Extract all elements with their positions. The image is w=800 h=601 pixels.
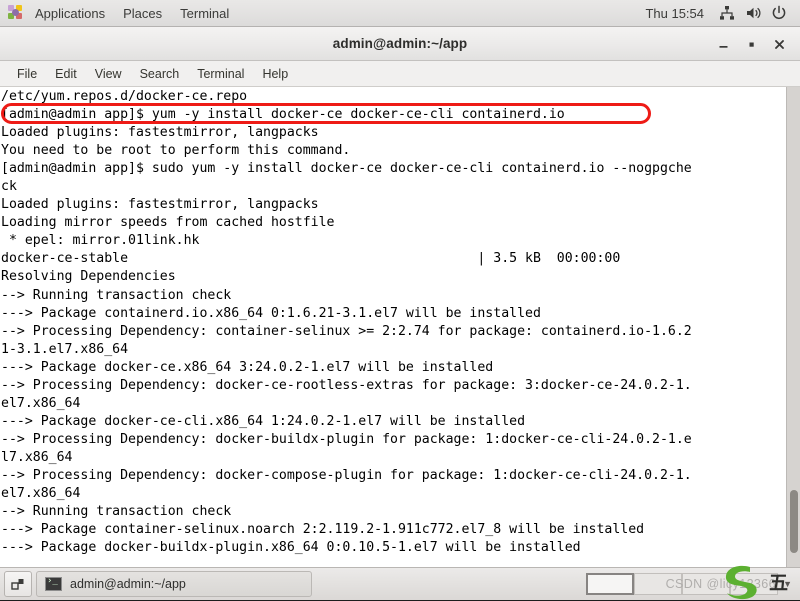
- terminal-line: /etc/yum.repos.d/docker-ce.repo: [1, 89, 248, 104]
- workspace-4[interactable]: [730, 573, 779, 595]
- show-desktop-icon[interactable]: [4, 571, 32, 597]
- terminal-line: Loading mirror speeds from cached hostfi…: [1, 215, 335, 231]
- terminal-line: 1-3.1.el7.x86_64: [1, 341, 129, 357]
- terminal-icon: [45, 576, 62, 591]
- terminal-line: docker-ce-stable | 3.5 kB 00:00:00: [1, 251, 621, 267]
- workspace-1[interactable]: [586, 573, 635, 595]
- terminal-line: --> Processing Dependency: container-sel…: [1, 323, 692, 339]
- terminal-line: ---> Package docker-ce-cli.x86_64 1:24.0…: [1, 413, 526, 429]
- terminal-window: admin@admin:~/app File Edit View Search …: [0, 27, 800, 567]
- terminal-menubar: File Edit View Search Terminal Help: [0, 61, 800, 87]
- terminal-line: ---> Package docker-buildx-plugin.x86_64…: [1, 540, 581, 556]
- terminal-line: ---> Package container-selinux.noarch 2:…: [1, 522, 645, 538]
- terminal-line: Loaded plugins: fastestmirror, langpacks: [1, 125, 319, 141]
- close-icon[interactable]: [766, 31, 792, 57]
- taskbar-window-label: admin@admin:~/app: [70, 577, 186, 591]
- menu-search[interactable]: Search: [131, 64, 189, 84]
- minimize-icon[interactable]: [710, 31, 736, 57]
- window-titlebar[interactable]: admin@admin:~/app: [0, 27, 800, 61]
- terminal-line: Resolving Dependencies: [1, 269, 176, 285]
- window-title: admin@admin:~/app: [332, 36, 468, 51]
- terminal-line: ---> Package containerd.io.x86_64 0:1.6.…: [1, 305, 541, 321]
- menu-help[interactable]: Help: [253, 64, 297, 84]
- terminal-line: --> Processing Dependency: docker-compos…: [1, 467, 692, 483]
- taskbar-window-button[interactable]: admin@admin:~/app: [36, 571, 312, 597]
- terminal-line: Loaded plugins: fastestmirror, langpacks: [1, 197, 319, 213]
- terminal-line: [admin@admin app]$ yum -y install docker…: [1, 107, 565, 123]
- menu-terminal[interactable]: Terminal: [171, 3, 238, 24]
- terminal-line: --> Running transaction check: [1, 504, 232, 520]
- clock[interactable]: Thu 15:54: [637, 4, 712, 23]
- workspace-2[interactable]: [634, 573, 683, 595]
- terminal-scrollbar[interactable]: [786, 87, 800, 567]
- top-panel-tray: Thu 15:54: [637, 3, 800, 23]
- terminal-text: /etc/yum.repos.d/docker-ce.repo [admin@ad…: [0, 87, 786, 567]
- terminal-line: --> Running transaction check: [1, 287, 232, 303]
- terminal-line: ck: [1, 179, 17, 195]
- menu-terminal[interactable]: Terminal: [188, 64, 253, 84]
- workspace-3[interactable]: [682, 573, 731, 595]
- terminal-line: l7.x86_64: [1, 449, 73, 465]
- network-icon[interactable]: [716, 3, 738, 23]
- terminal-line: --> Processing Dependency: docker-ce-roo…: [1, 377, 692, 393]
- terminal-line: * epel: mirror.01link.hk: [1, 233, 200, 249]
- menu-applications[interactable]: Applications: [26, 3, 114, 24]
- bottom-taskbar: admin@admin:~/app ▼: [0, 567, 800, 600]
- top-panel-menus: Applications Places Terminal: [0, 3, 238, 24]
- workspace-switcher: ▼: [586, 573, 796, 595]
- gnome-top-panel: Applications Places Terminal Thu 15:54: [0, 0, 800, 27]
- scrollbar-thumb[interactable]: [790, 490, 798, 553]
- menu-edit[interactable]: Edit: [46, 64, 86, 84]
- menu-file[interactable]: File: [8, 64, 46, 84]
- applications-icon[interactable]: [8, 5, 24, 21]
- menu-places[interactable]: Places: [114, 3, 171, 24]
- maximize-icon[interactable]: [738, 31, 764, 57]
- terminal-line: --> Processing Dependency: docker-buildx…: [1, 431, 692, 447]
- terminal-line: You need to be root to perform this comm…: [1, 143, 351, 159]
- terminal-output-area[interactable]: /etc/yum.repos.d/docker-ce.repo [admin@ad…: [0, 87, 800, 567]
- volume-icon[interactable]: [742, 3, 764, 23]
- terminal-line: ---> Package docker-ce.x86_64 3:24.0.2-1…: [1, 359, 494, 375]
- terminal-line: [admin@admin app]$ sudo yum -y install d…: [1, 161, 692, 177]
- terminal-line: el7.x86_64: [1, 395, 81, 411]
- chevron-down-icon[interactable]: ▼: [778, 579, 792, 589]
- terminal-line: el7.x86_64: [1, 486, 81, 502]
- menu-view[interactable]: View: [86, 64, 131, 84]
- window-controls: [710, 27, 792, 61]
- power-icon[interactable]: [768, 3, 790, 23]
